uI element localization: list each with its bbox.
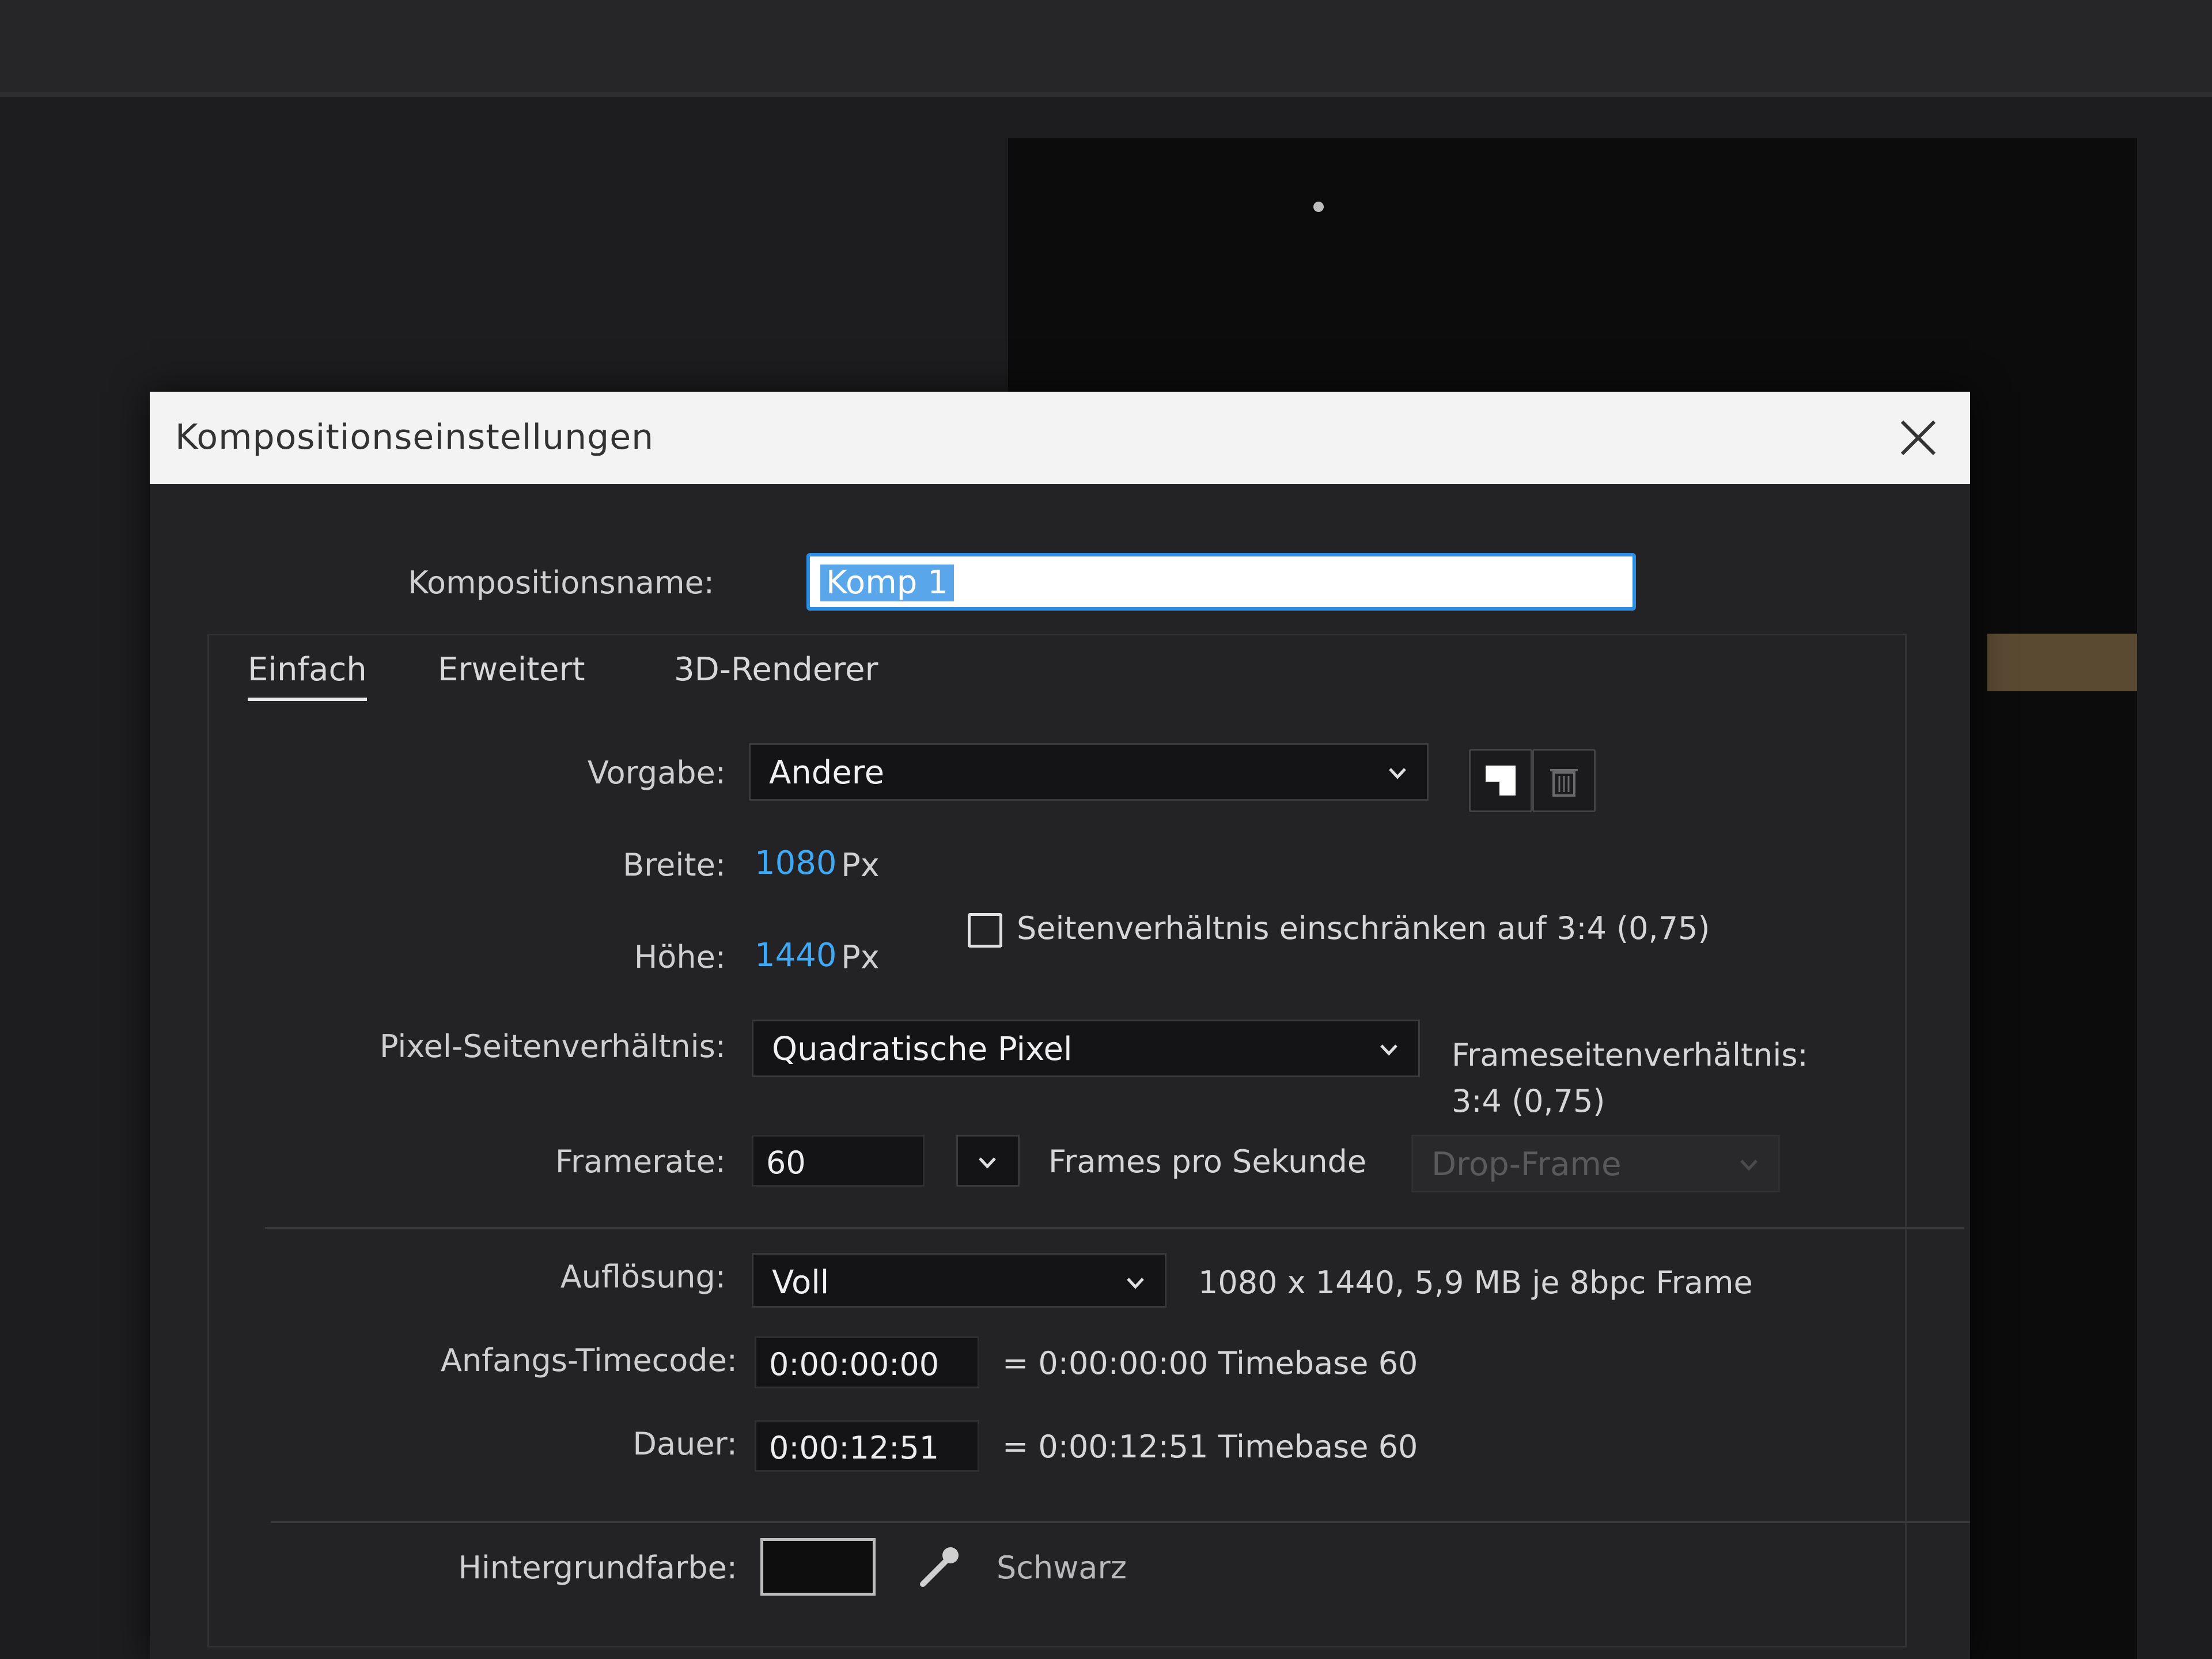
save-preset-button[interactable]: [1469, 749, 1532, 812]
dialog-titlebar: Kompositionseinstellungen: [150, 392, 1970, 484]
framerate-dropdown[interactable]: [956, 1135, 1020, 1187]
pixel-aspect-value: Quadratische Pixel: [772, 1031, 1073, 1068]
width-label: Breite:: [623, 847, 726, 883]
comp-name-label: Kompositionsname:: [408, 565, 714, 601]
tab-3d-renderer[interactable]: 3D-Renderer: [674, 651, 878, 688]
comp-name-value: Komp 1: [820, 565, 954, 601]
preset-label: Vorgabe:: [587, 755, 726, 791]
app-top-band: [0, 0, 2212, 92]
duration-label: Dauer:: [632, 1426, 737, 1462]
resolution-dropdown[interactable]: Voll: [752, 1253, 1166, 1308]
app-divider: [0, 92, 2212, 97]
framerate-label: Framerate:: [555, 1143, 726, 1180]
height-unit: Px: [841, 939, 880, 976]
close-button[interactable]: [1889, 409, 1947, 467]
chevron-down-icon: [979, 1157, 996, 1169]
drop-frame-value: Drop-Frame: [1431, 1146, 1622, 1183]
height-value[interactable]: 1440: [755, 937, 837, 974]
trash-icon: [1550, 769, 1578, 797]
background-color-name: Schwarz: [997, 1550, 1127, 1586]
frame-aspect-label: Frameseitenverhältnis:: [1452, 1037, 1808, 1073]
frame-aspect-value: 3:4 (0,75): [1452, 1083, 1605, 1119]
pixel-aspect-dropdown[interactable]: Quadratische Pixel: [752, 1020, 1420, 1077]
composition-settings-dialog: Kompositionseinstellungen Kompositionsna…: [150, 392, 1970, 1659]
tab-erweitert[interactable]: Erweitert: [438, 651, 585, 688]
preset-dropdown[interactable]: Andere: [749, 743, 1429, 801]
resolution-value: Voll: [772, 1264, 830, 1301]
tab-einfach-label: Einfach: [248, 651, 367, 688]
duration-input[interactable]: 0:00:12:51: [755, 1420, 979, 1472]
resolution-label: Auflösung:: [560, 1259, 726, 1295]
dialog-title: Kompositionseinstellungen: [175, 417, 654, 457]
viewer-speck: [1313, 202, 1324, 212]
viewer-layer-bar: [1987, 634, 2137, 691]
start-timecode-input[interactable]: 0:00:00:00: [755, 1336, 979, 1388]
comp-name-input[interactable]: Komp 1: [806, 553, 1636, 611]
eyedropper-icon: [920, 1547, 959, 1587]
save-preset-icon: [1486, 766, 1516, 796]
active-tab-indicator: [248, 698, 367, 701]
start-timecode-label: Anfangs-Timecode:: [440, 1342, 737, 1378]
height-label: Höhe:: [634, 939, 726, 975]
background-color-swatch[interactable]: [760, 1538, 876, 1596]
tab-erweitert-label: Erweitert: [438, 651, 585, 688]
width-unit: Px: [841, 847, 880, 884]
chevron-down-icon: [1380, 1044, 1397, 1056]
framerate-unit: Frames pro Sekunde: [1048, 1143, 1367, 1180]
drop-frame-dropdown[interactable]: Drop-Frame: [1411, 1135, 1780, 1192]
background-color-label: Hintergrundfarbe:: [458, 1550, 737, 1586]
tab-einfach[interactable]: Einfach: [248, 651, 367, 701]
framerate-input[interactable]: 60: [752, 1135, 925, 1187]
lock-aspect-label: Seitenverhältnis einschränken auf 3:4 (0…: [1017, 910, 1710, 946]
duration-value: 0:00:12:51: [769, 1430, 940, 1466]
section-divider: [271, 1521, 1970, 1523]
delete-preset-button[interactable]: [1532, 749, 1596, 812]
pixel-aspect-label: Pixel-Seitenverhältnis:: [380, 1028, 726, 1065]
chevron-down-icon: [1127, 1278, 1144, 1289]
start-timecode-info: = 0:00:00:00 Timebase 60: [1002, 1345, 1418, 1381]
duration-info: = 0:00:12:51 Timebase 60: [1002, 1429, 1418, 1465]
eyedropper-button[interactable]: [910, 1538, 968, 1596]
resolution-info: 1080 x 1440, 5,9 MB je 8bpc Frame: [1198, 1264, 1753, 1301]
lock-aspect-checkbox[interactable]: [968, 913, 1002, 948]
chevron-down-icon: [1389, 768, 1406, 779]
section-divider: [265, 1227, 1964, 1229]
close-icon: [1900, 420, 1936, 456]
start-timecode-value: 0:00:00:00: [769, 1346, 940, 1382]
framerate-value: 60: [766, 1145, 806, 1181]
width-value[interactable]: 1080: [755, 844, 837, 882]
chevron-down-icon: [1740, 1160, 1758, 1171]
preset-value: Andere: [769, 754, 885, 791]
tab-3d-renderer-label: 3D-Renderer: [674, 651, 878, 688]
